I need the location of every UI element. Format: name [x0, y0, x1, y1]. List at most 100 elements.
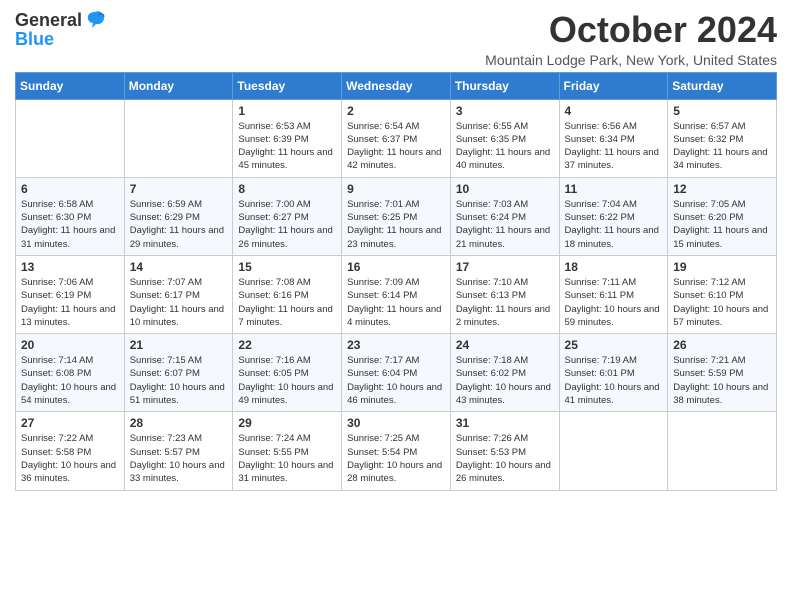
calendar-cell-4-4: 31Sunrise: 7:26 AMSunset: 5:53 PMDayligh… — [450, 412, 559, 490]
cell-info: Sunrise: 7:01 AMSunset: 6:25 PMDaylight:… — [347, 198, 445, 251]
day-number: 10 — [456, 182, 554, 196]
cell-info: Sunrise: 7:15 AMSunset: 6:07 PMDaylight:… — [130, 354, 228, 407]
day-number: 13 — [21, 260, 119, 274]
calendar-cell-0-1 — [124, 99, 233, 177]
day-number: 9 — [347, 182, 445, 196]
cell-info: Sunrise: 6:58 AMSunset: 6:30 PMDaylight:… — [21, 198, 119, 251]
calendar-cell-4-5 — [559, 412, 668, 490]
calendar-cell-0-3: 2 Sunrise: 6:54 AMSunset: 6:37 PMDaylight… — [342, 99, 451, 177]
cell-info: Sunrise: 7:00 AMSunset: 6:27 PMDaylight:… — [238, 198, 336, 251]
calendar-cell-1-5: 11Sunrise: 7:04 AMSunset: 6:22 PMDayligh… — [559, 177, 668, 255]
day-number: 11 — [565, 182, 663, 196]
day-number: 16 — [347, 260, 445, 274]
header-monday: Monday — [124, 72, 233, 99]
calendar-cell-2-0: 13Sunrise: 7:06 AMSunset: 6:19 PMDayligh… — [16, 255, 125, 333]
calendar-cell-3-5: 25 Sunrise: 7:19 AMSunset: 6:01 PMDayligh… — [559, 334, 668, 412]
header-wednesday: Wednesday — [342, 72, 451, 99]
calendar-cell-2-6: 19 Sunrise: 7:12 AMSunset: 6:10 PMDayligh… — [668, 255, 777, 333]
week-row-3: 13Sunrise: 7:06 AMSunset: 6:19 PMDayligh… — [16, 255, 777, 333]
day-number: 14 — [130, 260, 228, 274]
location-title: Mountain Lodge Park, New York, United St… — [485, 52, 777, 68]
logo-blue-text: Blue — [15, 30, 54, 48]
logo-general-text: General — [15, 11, 82, 29]
cell-info: Sunrise: 7:17 AMSunset: 6:04 PMDaylight:… — [347, 354, 445, 407]
cell-info: Sunrise: 7:14 AMSunset: 6:08 PMDaylight:… — [21, 354, 119, 407]
day-number: 12 — [673, 182, 771, 196]
calendar-cell-3-2: 22 Sunrise: 7:16 AMSunset: 6:05 PMDayligh… — [233, 334, 342, 412]
day-number: 6 — [21, 182, 119, 196]
calendar-cell-0-2: 1Sunrise: 6:53 AMSunset: 6:39 PMDaylight… — [233, 99, 342, 177]
calendar-cell-3-3: 23 Sunrise: 7:17 AMSunset: 6:04 PMDayligh… — [342, 334, 451, 412]
day-number: 26 — [673, 338, 771, 352]
calendar-cell-4-6 — [668, 412, 777, 490]
header-friday: Friday — [559, 72, 668, 99]
cell-info: Sunrise: 7:19 AMSunset: 6:01 PMDaylight:… — [565, 354, 663, 407]
cell-info: Sunrise: 7:24 AMSunset: 5:55 PMDaylight:… — [238, 432, 336, 485]
cell-info: Sunrise: 7:11 AMSunset: 6:11 PMDaylight:… — [565, 276, 663, 329]
cell-info: Sunrise: 7:16 AMSunset: 6:05 PMDaylight:… — [238, 354, 336, 407]
cell-info: Sunrise: 7:12 AMSunset: 6:10 PMDaylight:… — [673, 276, 771, 329]
cell-info: Sunrise: 7:09 AMSunset: 6:14 PMDaylight:… — [347, 276, 445, 329]
cell-info: Sunrise: 6:55 AMSunset: 6:35 PMDaylight:… — [456, 120, 554, 173]
calendar-cell-2-4: 17Sunrise: 7:10 AMSunset: 6:13 PMDayligh… — [450, 255, 559, 333]
cell-info: Sunrise: 6:57 AMSunset: 6:32 PMDaylight:… — [673, 120, 771, 173]
calendar-cell-2-2: 15 Sunrise: 7:08 AMSunset: 6:16 PMDayligh… — [233, 255, 342, 333]
cell-info: Sunrise: 7:03 AMSunset: 6:24 PMDaylight:… — [456, 198, 554, 251]
day-number: 24 — [456, 338, 554, 352]
cell-info: Sunrise: 7:23 AMSunset: 5:57 PMDaylight:… — [130, 432, 228, 485]
logo: General Blue — [15, 10, 106, 48]
calendar-cell-3-0: 20Sunrise: 7:14 AMSunset: 6:08 PMDayligh… — [16, 334, 125, 412]
calendar-cell-1-0: 6 Sunrise: 6:58 AMSunset: 6:30 PMDaylight… — [16, 177, 125, 255]
day-number: 21 — [130, 338, 228, 352]
day-number: 5 — [673, 104, 771, 118]
logo-bird-icon — [84, 10, 106, 30]
header: General Blue October 2024 Mountain Lodge… — [15, 10, 777, 68]
cell-info: Sunrise: 7:25 AMSunset: 5:54 PMDaylight:… — [347, 432, 445, 485]
calendar-cell-1-4: 10 Sunrise: 7:03 AMSunset: 6:24 PMDayligh… — [450, 177, 559, 255]
cell-info: Sunrise: 7:22 AMSunset: 5:58 PMDaylight:… — [21, 432, 119, 485]
day-number: 2 — [347, 104, 445, 118]
header-thursday: Thursday — [450, 72, 559, 99]
calendar-cell-1-1: 7Sunrise: 6:59 AMSunset: 6:29 PMDaylight… — [124, 177, 233, 255]
week-row-4: 20Sunrise: 7:14 AMSunset: 6:08 PMDayligh… — [16, 334, 777, 412]
week-row-2: 6 Sunrise: 6:58 AMSunset: 6:30 PMDaylight… — [16, 177, 777, 255]
cell-info: Sunrise: 6:54 AMSunset: 6:37 PMDaylight:… — [347, 120, 445, 173]
calendar-header-row: SundayMondayTuesdayWednesdayThursdayFrid… — [16, 72, 777, 99]
month-title: October 2024 — [485, 10, 777, 50]
calendar-cell-4-1: 28 Sunrise: 7:23 AMSunset: 5:57 PMDayligh… — [124, 412, 233, 490]
day-number: 15 — [238, 260, 336, 274]
calendar-cell-4-2: 29Sunrise: 7:24 AMSunset: 5:55 PMDayligh… — [233, 412, 342, 490]
calendar-cell-3-4: 24 Sunrise: 7:18 AMSunset: 6:02 PMDayligh… — [450, 334, 559, 412]
cell-info: Sunrise: 6:56 AMSunset: 6:34 PMDaylight:… — [565, 120, 663, 173]
week-row-1: 1Sunrise: 6:53 AMSunset: 6:39 PMDaylight… — [16, 99, 777, 177]
calendar-cell-4-0: 27Sunrise: 7:22 AMSunset: 5:58 PMDayligh… — [16, 412, 125, 490]
calendar-cell-1-6: 12 Sunrise: 7:05 AMSunset: 6:20 PMDayligh… — [668, 177, 777, 255]
header-saturday: Saturday — [668, 72, 777, 99]
day-number: 23 — [347, 338, 445, 352]
calendar-cell-2-5: 18 Sunrise: 7:11 AMSunset: 6:11 PMDayligh… — [559, 255, 668, 333]
day-number: 8 — [238, 182, 336, 196]
calendar-cell-2-1: 14Sunrise: 7:07 AMSunset: 6:17 PMDayligh… — [124, 255, 233, 333]
header-sunday: Sunday — [16, 72, 125, 99]
day-number: 28 — [130, 416, 228, 430]
calendar-cell-2-3: 16 Sunrise: 7:09 AMSunset: 6:14 PMDayligh… — [342, 255, 451, 333]
cell-info: Sunrise: 7:08 AMSunset: 6:16 PMDaylight:… — [238, 276, 336, 329]
calendar-cell-0-4: 3Sunrise: 6:55 AMSunset: 6:35 PMDaylight… — [450, 99, 559, 177]
calendar-cell-0-0 — [16, 99, 125, 177]
week-row-5: 27Sunrise: 7:22 AMSunset: 5:58 PMDayligh… — [16, 412, 777, 490]
day-number: 30 — [347, 416, 445, 430]
calendar-cell-4-3: 30 Sunrise: 7:25 AMSunset: 5:54 PMDayligh… — [342, 412, 451, 490]
cell-info: Sunrise: 6:59 AMSunset: 6:29 PMDaylight:… — [130, 198, 228, 251]
day-number: 18 — [565, 260, 663, 274]
title-area: October 2024 Mountain Lodge Park, New Yo… — [485, 10, 777, 68]
day-number: 22 — [238, 338, 336, 352]
cell-info: Sunrise: 7:26 AMSunset: 5:53 PMDaylight:… — [456, 432, 554, 485]
cell-info: Sunrise: 7:05 AMSunset: 6:20 PMDaylight:… — [673, 198, 771, 251]
day-number: 1 — [238, 104, 336, 118]
day-number: 19 — [673, 260, 771, 274]
calendar-cell-3-1: 21 Sunrise: 7:15 AMSunset: 6:07 PMDayligh… — [124, 334, 233, 412]
cell-info: Sunrise: 7:21 AMSunset: 5:59 PMDaylight:… — [673, 354, 771, 407]
calendar-cell-1-3: 9 Sunrise: 7:01 AMSunset: 6:25 PMDaylight… — [342, 177, 451, 255]
day-number: 25 — [565, 338, 663, 352]
cell-info: Sunrise: 7:18 AMSunset: 6:02 PMDaylight:… — [456, 354, 554, 407]
